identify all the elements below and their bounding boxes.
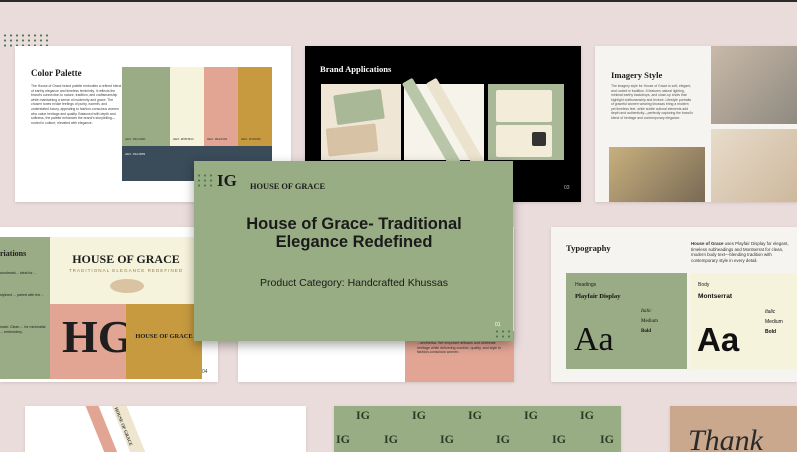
photo-embroidery (609, 147, 705, 202)
thank-you-script: Thank (688, 424, 763, 452)
box-tan (325, 123, 379, 157)
body-label: Body (698, 282, 710, 288)
box-green (333, 88, 385, 126)
body-weight-bold: Bold (765, 329, 777, 335)
swatch-code: HEX: #E3A594 (207, 137, 228, 141)
about-text: ...aesthetics. We empower artisans and c… (417, 341, 502, 355)
brand-name: HOUSE OF GRACE (250, 182, 326, 191)
pattern-mark: IG (552, 432, 567, 446)
slide-body-text: The House of Grace brand palette embodie… (31, 84, 122, 125)
wordmark-panel: HOUSE OF GRACE TRADITIONAL ELEGANCE REDE… (50, 237, 202, 304)
main-subline: Product Category: Handcrafted Khussas (260, 277, 448, 289)
body-sample: Aa (697, 321, 740, 358)
monogram: HG (62, 311, 134, 362)
swatch-code: HEX: #9CA98F (125, 137, 146, 141)
slide-imagery-style[interactable]: Imagery Style The imagery style for Hous… (595, 46, 797, 202)
heading-weight-bold: Bold (641, 329, 652, 334)
slide-title: Color Palette (31, 68, 82, 78)
heading-sample: Aa (574, 321, 614, 358)
slide-logo-variations[interactable]: riations wordmark... ideal for ... styli… (0, 227, 218, 382)
photo-shoe-boxes (321, 84, 401, 160)
photo-cards (488, 84, 564, 160)
ribbon-cream: HOUSE OF GRACE (110, 406, 150, 452)
photo-shoes-feet (711, 46, 797, 124)
pattern-mark: IG (384, 432, 399, 446)
slide-ribbon-preview[interactable]: HOUSE OF GRACE (25, 406, 306, 452)
color-swatch-rose: HEX: #E3A594 (204, 67, 238, 146)
photo-ribbons (401, 77, 487, 171)
photo-dried-grass (711, 129, 797, 202)
swatch-code: HEX: #C9993F (241, 137, 262, 141)
pattern-mark: IG (524, 408, 539, 422)
slide-typography[interactable]: Typography House of Grace uses Playfair … (551, 227, 797, 382)
slide-body-text: The imagery style for House of Grace is … (611, 84, 693, 120)
brand-logo: IG (217, 171, 237, 190)
page-number: 04 (202, 369, 208, 375)
body-font-name: Montserrat (698, 293, 733, 300)
page-number: 03 (564, 185, 570, 191)
color-swatch-cream: HEX: #F8F5DC (170, 67, 204, 146)
slide-title: Typography (566, 243, 611, 253)
pattern-mark: IG (496, 432, 511, 446)
wordmark: HOUSE OF GRACE (72, 252, 180, 266)
variations-sidebar: riations wordmark... ideal for ... styli… (0, 237, 50, 379)
pattern-mark: IG (580, 408, 595, 422)
slide-title: Brand Applications (320, 64, 392, 74)
dot-pattern-decor (196, 173, 214, 187)
heading-font-name: Playfair Display (575, 293, 621, 300)
desc-brand: House of Grace (691, 241, 724, 246)
heading-weight-italic: Italic (641, 309, 652, 314)
slide-title-fragment: riations (0, 249, 27, 258)
tagline: TRADITIONAL ELEGANCE REDEFINED (68, 268, 184, 273)
pattern-mark: IG (412, 408, 427, 422)
pattern-mark: IG (468, 408, 483, 422)
pattern-mark: IG (356, 408, 371, 422)
pattern-mark: IG (440, 432, 455, 446)
page-number: 01 (495, 322, 501, 328)
color-swatch-sage-wide: HEX: #9CA98F (122, 67, 170, 146)
qr-code (532, 132, 546, 146)
card-front (496, 90, 552, 122)
swatch-code: HEX: #3A4B59 (125, 152, 146, 156)
heading-font-card: Headings Playfair Display Aa Italic Medi… (566, 273, 687, 369)
body-weight-medium: Medium (765, 319, 783, 325)
slide-title: Imagery Style (611, 70, 663, 80)
swatch-code: HEX: #F8F5DC (173, 137, 194, 141)
color-swatch-gold: HEX: #C9993F (238, 67, 272, 146)
body-font-card: Body Montserrat Aa Italic Medium Bold (690, 273, 797, 369)
side-text: stylized ... paired with the ... (0, 293, 45, 297)
pattern-mark: IG (600, 432, 615, 446)
top-bar (0, 0, 797, 2)
pattern-mark: IG (336, 432, 351, 446)
side-text: mark: Clean ... for minimalist ... embro… (0, 325, 46, 334)
wordmark-small: HOUSE OF GRACE (135, 333, 193, 340)
shoe-illustration (110, 279, 144, 293)
ribbon-text: HOUSE OF GRACE (113, 406, 134, 447)
main-headline: House of Grace- Traditional Elegance Red… (246, 215, 462, 251)
slide-main-title[interactable]: IG HOUSE OF GRACE House of Grace- Tradit… (194, 161, 513, 341)
side-text: wordmark... ideal for ... (0, 271, 37, 275)
slide-pattern[interactable]: IG IG IG IG IG IG IG IG IG IG IG (334, 406, 621, 452)
body-weight-italic: Italic (765, 309, 776, 315)
dot-pattern-decor (2, 33, 48, 47)
typography-description: House of Grace uses Playfair Display for… (691, 241, 797, 263)
heading-label: Headings (575, 282, 597, 288)
slide-thank-you[interactable]: Thank (670, 406, 797, 452)
dot-pattern-decor (494, 329, 512, 339)
wordmark-small-panel: HOUSE OF GRACE (126, 304, 202, 379)
heading-weight-medium: Medium (641, 319, 658, 324)
monogram-panel: HG (50, 304, 134, 379)
